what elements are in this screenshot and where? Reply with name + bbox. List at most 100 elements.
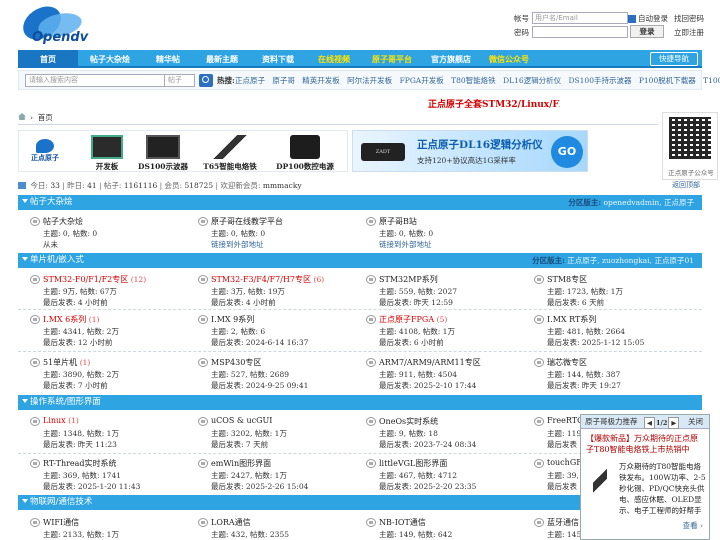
nav-item-store[interactable]: 官方旗舰店 — [422, 50, 480, 68]
forum-item[interactable]: 原子哥在线教学平台 主题: 0, 帖数: 0 链接到外部地址 — [198, 214, 362, 254]
popup-more-link[interactable]: 查看 › — [683, 520, 703, 531]
product-oscilloscope[interactable]: DS100示波器 — [135, 135, 191, 172]
forum-item[interactable]: WIFI通信 主题: 2133, 帖数: 1万 — [30, 515, 194, 540]
forum-name[interactable]: OneOs实时系统 — [379, 416, 438, 427]
auto-login-checkbox[interactable] — [628, 14, 636, 23]
section-header[interactable]: 操作系统/图形界面 — [18, 395, 702, 410]
forum-item[interactable]: STM32-F0/F1/F2专区 (12) 主题: 9万, 帖数: 67万 最后发表… — [30, 272, 194, 312]
forum-item[interactable]: I.MX RT系列 主题: 481, 帖数: 2664 最后发表: 2025-1-1… — [534, 312, 694, 352]
newest-member-link[interactable]: mmmacky — [263, 181, 302, 190]
forum-name[interactable]: uCOS & ucGUI — [211, 416, 272, 425]
forum-name[interactable]: 瑞芯微专区 — [547, 357, 587, 368]
forum-item[interactable]: 51单片机 (1) 主题: 3890, 帖数: 2万 最后发表: 7 小时前 — [30, 355, 194, 395]
register-link[interactable]: 立即注册 — [674, 27, 704, 38]
nav-item-home[interactable]: 首页 — [18, 50, 78, 68]
forum-item[interactable]: I.MX 9系列 主题: 2, 帖数: 6 最后发表: 2024-6-14 16:3… — [198, 312, 362, 352]
forum-name[interactable]: FreeRTO — [547, 416, 584, 425]
forum-name[interactable]: littleVGL图形界面 — [379, 458, 447, 469]
product-power-supply[interactable]: DP100数控电源 — [269, 135, 341, 172]
prev-icon[interactable]: ◀ — [644, 417, 655, 429]
forum-name[interactable]: 51单片机 (1) — [43, 357, 90, 368]
forum-item[interactable]: LORA通信 主题: 432, 帖数: 2355 — [198, 515, 362, 540]
forum-name[interactable]: MSP430专区 — [211, 357, 261, 368]
forum-item[interactable]: MSP430专区 主题: 527, 帖数: 2689 最后发表: 2024-9-25… — [198, 355, 362, 395]
login-button[interactable]: 登录 — [630, 25, 664, 38]
popup-close-button[interactable]: 关闭 — [688, 415, 703, 429]
hot-search-link[interactable]: T100智能烙台 — [703, 76, 720, 85]
nav-item-digest[interactable]: 精华帖 — [142, 50, 194, 68]
mods-names[interactable]: openedvadmin, 正点原子 — [604, 198, 694, 207]
hot-search-link[interactable]: 原子哥 — [272, 76, 295, 85]
forum-name[interactable]: RT-Thread实时系统 — [43, 458, 117, 469]
nav-item-latest[interactable]: 最新主题 — [194, 50, 250, 68]
nav-item-video[interactable]: 在线视频 — [306, 50, 362, 68]
forum-name[interactable]: LORA通信 — [211, 517, 251, 528]
section-header[interactable]: 帖子大杂烩 分区版主: openedvadmin, 正点原子 — [18, 195, 702, 210]
forum-name[interactable]: Linux (1) — [43, 416, 79, 425]
hot-search-link[interactable]: DL16逻辑分析仪 — [503, 76, 561, 85]
forum-item[interactable]: ARM7/ARM9/ARM11专区 主题: 911, 帖数: 4504 最后发表: … — [366, 355, 530, 395]
forum-name[interactable]: 原子哥在线教学平台 — [211, 216, 283, 227]
forum-item[interactable]: OneOs实时系统 主题: 9, 帖数: 18 最后发表: 2023-7-24 08… — [366, 414, 530, 454]
forum-name[interactable]: STM32-F3/F4/F7/H7专区 (6) — [211, 274, 324, 285]
forum-item[interactable]: littleVGL图形界面 主题: 467, 帖数: 4712 最后发表: 2025… — [366, 456, 530, 496]
hot-search-link[interactable]: FPGA开发板 — [400, 76, 444, 85]
forum-name[interactable]: STM8专区 — [547, 274, 587, 285]
forum-item[interactable]: 正点原子FPGA (5) 主题: 4108, 帖数: 1万 最后发表: 6 小时前 — [366, 312, 530, 352]
product-soldering-iron[interactable]: T65智能电烙铁 — [195, 135, 265, 172]
product-dev-board[interactable]: 开发板 — [83, 135, 131, 172]
forum-item[interactable]: RT-Thread实时系统 主题: 369, 帖数: 1741 最后发表: 2025… — [30, 456, 194, 496]
forum-item[interactable]: emWin图形界面 主题: 2427, 帖数: 1万 最后发表: 2025-2-26… — [198, 456, 362, 496]
breadcrumb-home[interactable]: 首页 — [38, 113, 53, 122]
hot-search-link[interactable]: 精英开发板 — [302, 76, 340, 85]
forum-name[interactable]: 原子哥B站 — [379, 216, 417, 227]
forum-name[interactable]: ARM7/ARM9/ARM11专区 — [379, 357, 481, 368]
nav-item-forum[interactable]: 帖子大杂烩 — [78, 50, 142, 68]
forum-name[interactable]: 蓝牙通信 — [547, 517, 579, 528]
forum-name[interactable]: emWin图形界面 — [211, 458, 271, 469]
hot-search-link[interactable]: T80智能烙铁 — [451, 76, 496, 85]
forum-item[interactable]: 帖子大杂烩 主题: 0, 帖数: 0 从未 — [30, 214, 194, 254]
forum-name[interactable]: I.MX 6系列 (1) — [43, 314, 99, 325]
forum-item[interactable]: Linux (1) 主题: 1348, 帖数: 1万 最后发表: 昨天 11:23 — [30, 414, 194, 454]
nav-item-wechat[interactable]: 微信公众号 — [480, 50, 538, 68]
forum-name[interactable]: 正点原子FPGA (5) — [379, 314, 447, 325]
forum-item[interactable]: STM32-F3/F4/F7/H7专区 (6) 主题: 3万, 帖数: 19万 最后… — [198, 272, 362, 312]
next-icon[interactable]: ▶ — [668, 417, 680, 429]
forum-last-post[interactable]: 链接到外部地址 — [379, 239, 432, 250]
quick-nav-button[interactable]: 快捷导航 — [650, 52, 698, 66]
account-input[interactable]: 用户名/Email — [532, 11, 628, 24]
forum-name[interactable]: STM32MP系列 — [379, 274, 438, 285]
hot-search-link[interactable]: 阿尔法开发板 — [347, 76, 392, 85]
search-input[interactable]: 请输入搜索内容 — [25, 74, 165, 87]
forum-item[interactable]: 瑞芯微专区 主题: 144, 帖数: 387 最后发表: 昨天 19:27 — [534, 355, 694, 395]
nav-item-platform[interactable]: 原子哥平台 — [362, 50, 422, 68]
go-button[interactable]: GO — [551, 136, 583, 168]
find-password-link[interactable]: 找回密码 — [674, 13, 704, 24]
mods-names[interactable]: 正点原子, zuozhongkai, 正点原子01 — [567, 256, 694, 265]
forum-name[interactable]: touchGF — [547, 458, 582, 467]
search-icon[interactable] — [199, 74, 213, 87]
back-to-top-link[interactable]: 返回顶部 — [672, 180, 700, 190]
popup-headline[interactable]: 【爆款新品】万众期待的正点原子T80智能电烙铁上市热销中 — [581, 429, 709, 455]
forum-name[interactable]: I.MX RT系列 — [547, 314, 596, 325]
forum-name[interactable]: 帖子大杂烩 — [43, 216, 83, 227]
home-icon[interactable] — [18, 113, 26, 120]
section-header[interactable]: 单片机/嵌入式 分区版主: 正点原子, zuozhongkai, 正点原子01 — [18, 253, 702, 268]
hot-search-link[interactable]: P100脱机下载器 — [639, 76, 696, 85]
forum-item[interactable]: uCOS & ucGUI 主题: 3202, 帖数: 1万 最后发表: 7 天前 — [198, 414, 362, 454]
forum-item[interactable]: NB-IOT通信 主题: 149, 帖数: 642 — [366, 515, 530, 540]
forum-name[interactable]: WIFI通信 — [43, 517, 79, 528]
forum-last-post[interactable]: 链接到外部地址 — [211, 239, 264, 250]
forum-item[interactable]: I.MX 6系列 (1) 主题: 4341, 帖数: 2万 最后发表: 12 小时前 — [30, 312, 194, 352]
scrolling-announcement[interactable]: 正点原子全套STM32/Linux/FP( — [428, 97, 560, 110]
product-banner[interactable]: 正点原子 开发板 DS100示波器 T65智能电烙铁 DP100数控电源 — [18, 130, 348, 172]
forum-item[interactable]: STM8专区 主题: 1723, 帖数: 1万 最后发表: 6 天前 — [534, 272, 694, 312]
site-logo[interactable]: Opendv — [18, 2, 100, 46]
forum-item[interactable]: 原子哥B站 主题: 0, 帖数: 0 链接到外部地址 — [366, 214, 530, 254]
forum-name[interactable]: STM32-F0/F1/F2专区 (12) — [43, 274, 146, 285]
forum-name[interactable]: NB-IOT通信 — [379, 517, 426, 528]
hot-search-link[interactable]: 正点原子 — [235, 76, 265, 85]
hot-search-link[interactable]: DS100手持示波器 — [569, 76, 632, 85]
nav-item-downloads[interactable]: 资料下载 — [250, 50, 306, 68]
